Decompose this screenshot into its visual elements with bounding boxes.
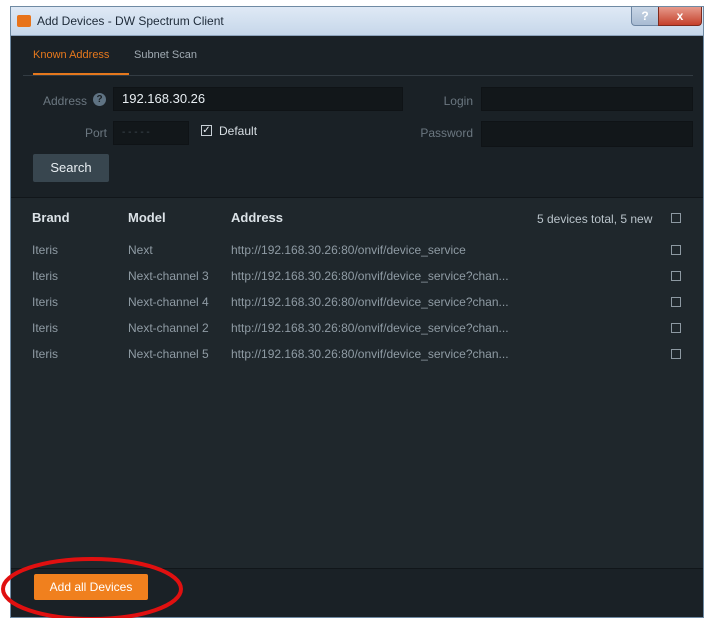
search-button[interactable]: Search [33,154,109,182]
active-tab-indicator [33,73,129,75]
address-label: Address [42,94,87,108]
row-model: Next-channel 4 [128,295,209,309]
row-checkbox[interactable] [671,349,681,359]
row-address: http://192.168.30.26:80/onvif/device_ser… [231,269,509,283]
password-label: Password [420,126,473,140]
row-address: http://192.168.30.26:80/onvif/device_ser… [231,243,466,257]
row-brand: Iteris [32,269,59,283]
title-bar[interactable]: Add Devices - DW Spectrum Client ? x [11,7,703,36]
row-address: http://192.168.30.26:80/onvif/device_ser… [231,347,509,361]
tab-bar: Known Address Subnet Scan [23,47,693,76]
row-checkbox[interactable] [671,271,681,281]
port-label: Port [84,126,107,140]
app-icon [17,15,31,27]
column-header-address: Address [231,210,284,225]
login-input[interactable] [481,87,693,111]
row-model: Next [128,243,153,257]
row-address: http://192.168.30.26:80/onvif/device_ser… [231,295,509,309]
row-model: Next-channel 2 [128,321,209,335]
default-port-checkbox[interactable]: ✓ [201,125,212,136]
devices-summary: 5 devices total, 5 new [537,212,653,226]
close-button[interactable]: x [658,7,702,26]
window-title: Add Devices - DW Spectrum Client [37,14,224,28]
row-brand: Iteris [32,295,59,309]
address-input[interactable]: 192.168.30.26 [113,87,403,111]
table-row[interactable]: Iteris Next-channel 3 http://192.168.30.… [11,263,703,289]
row-checkbox[interactable] [671,323,681,333]
select-all-checkbox[interactable] [671,213,681,223]
add-devices-dialog: Add Devices - DW Spectrum Client ? x Kno… [10,6,704,618]
row-model: Next-channel 3 [128,269,209,283]
help-button[interactable]: ? [631,7,659,26]
row-address: http://192.168.30.26:80/onvif/device_ser… [231,321,509,335]
row-model: Next-channel 5 [128,347,209,361]
table-row[interactable]: Iteris Next http://192.168.30.26:80/onvi… [11,237,703,263]
column-header-model: Model [128,210,166,225]
tab-subnet-scan[interactable]: Subnet Scan [134,49,197,61]
row-brand: Iteris [32,347,59,361]
tab-known-address[interactable]: Known Address [33,49,109,61]
default-port-label: Default [219,124,258,138]
login-label: Login [443,94,473,108]
table-row[interactable]: Iteris Next-channel 2 http://192.168.30.… [11,315,703,341]
add-all-devices-button[interactable]: Add all Devices [34,574,148,600]
device-results-table: Brand Model Address 5 devices total, 5 n… [11,197,703,569]
table-row[interactable]: Iteris Next-channel 4 http://192.168.30.… [11,289,703,315]
password-input[interactable] [481,121,693,147]
table-row[interactable]: Iteris Next-channel 5 http://192.168.30.… [11,341,703,367]
address-help-icon[interactable]: ? [93,93,106,106]
row-brand: Iteris [32,321,59,335]
port-input[interactable]: - - - - - [113,121,189,145]
row-checkbox[interactable] [671,245,681,255]
row-checkbox[interactable] [671,297,681,307]
row-brand: Iteris [32,243,59,257]
column-header-brand: Brand [32,210,70,225]
